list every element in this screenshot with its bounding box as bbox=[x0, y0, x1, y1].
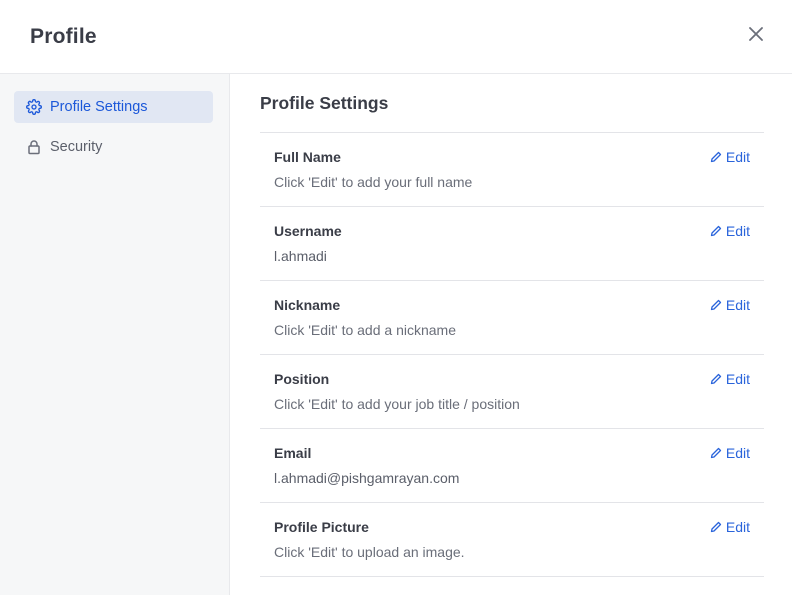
lock-icon bbox=[26, 139, 42, 155]
setting-row-email: Email l.ahmadi@pishgamrayan.com Edit bbox=[260, 429, 764, 503]
setting-value: Click 'Edit' to add your full name bbox=[274, 174, 473, 190]
setting-value: Click 'Edit' to add your job title / pos… bbox=[274, 396, 520, 412]
setting-row-username: Username l.ahmadi Edit bbox=[260, 207, 764, 281]
setting-label: Nickname bbox=[274, 297, 341, 313]
setting-row-nickname: Nickname Click 'Edit' to add a nickname … bbox=[260, 281, 764, 355]
edit-full-name-button[interactable]: Edit bbox=[710, 149, 750, 165]
setting-label: Full Name bbox=[274, 149, 341, 165]
close-icon bbox=[749, 27, 763, 41]
setting-label: Profile Picture bbox=[274, 519, 369, 535]
modal-body: Profile Settings Security Profile Settin… bbox=[0, 74, 792, 595]
gear-icon bbox=[26, 99, 42, 115]
settings-list: Full Name Click 'Edit' to add your full … bbox=[260, 132, 764, 577]
edit-email-button[interactable]: Edit bbox=[710, 445, 750, 461]
sidebar-item-security[interactable]: Security bbox=[14, 131, 213, 163]
setting-label: Position bbox=[274, 371, 330, 387]
modal-header: Profile bbox=[0, 0, 792, 74]
close-button[interactable] bbox=[746, 24, 766, 44]
pencil-icon bbox=[710, 299, 722, 311]
pencil-icon bbox=[710, 151, 722, 163]
pencil-icon bbox=[710, 447, 722, 459]
edit-position-button[interactable]: Edit bbox=[710, 371, 750, 387]
sidebar: Profile Settings Security bbox=[0, 74, 230, 595]
sidebar-item-label: Security bbox=[50, 139, 103, 155]
pencil-icon bbox=[710, 225, 722, 237]
main-content: Profile Settings Full Name Click 'Edit' … bbox=[230, 74, 792, 595]
edit-profile-picture-button[interactable]: Edit bbox=[710, 519, 750, 535]
modal-title: Profile bbox=[30, 24, 97, 48]
edit-username-button[interactable]: Edit bbox=[710, 223, 750, 239]
profile-modal: Profile Profile Settings Security Profil… bbox=[0, 0, 792, 595]
edit-label: Edit bbox=[725, 371, 750, 387]
pencil-icon bbox=[710, 373, 722, 385]
setting-label: Username bbox=[274, 223, 342, 239]
setting-row-full-name: Full Name Click 'Edit' to add your full … bbox=[260, 133, 764, 207]
setting-row-position: Position Click 'Edit' to add your job ti… bbox=[260, 355, 764, 429]
edit-label: Edit bbox=[725, 297, 750, 313]
edit-label: Edit bbox=[725, 519, 750, 535]
setting-value: Click 'Edit' to add a nickname bbox=[274, 322, 456, 338]
setting-label: Email bbox=[274, 445, 312, 461]
edit-label: Edit bbox=[725, 223, 750, 239]
edit-nickname-button[interactable]: Edit bbox=[710, 297, 750, 313]
edit-label: Edit bbox=[725, 445, 750, 461]
setting-value: l.ahmadi@pishgamrayan.com bbox=[274, 470, 460, 486]
setting-value: l.ahmadi bbox=[274, 248, 327, 264]
pencil-icon bbox=[710, 521, 722, 533]
section-title: Profile Settings bbox=[260, 93, 389, 113]
sidebar-item-profile-settings[interactable]: Profile Settings bbox=[14, 91, 213, 123]
sidebar-item-label: Profile Settings bbox=[50, 99, 148, 115]
setting-value: Click 'Edit' to upload an image. bbox=[274, 544, 465, 560]
setting-row-profile-picture: Profile Picture Click 'Edit' to upload a… bbox=[260, 503, 764, 577]
edit-label: Edit bbox=[725, 149, 750, 165]
